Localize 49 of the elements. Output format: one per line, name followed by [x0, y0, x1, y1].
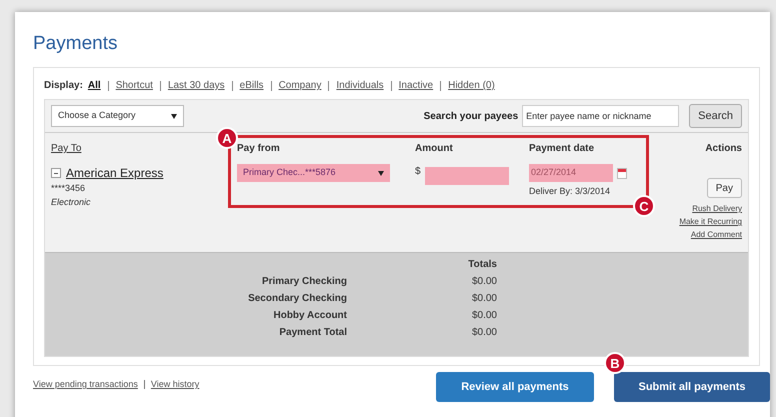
payment-method: Electronic	[51, 196, 91, 208]
collapse-icon[interactable]	[51, 168, 61, 178]
payee-link[interactable]: American Express	[66, 164, 164, 182]
total-label: Payment Total	[279, 326, 347, 340]
filter-link[interactable]: Individuals	[336, 78, 384, 93]
pay-button[interactable]: Pay	[706, 178, 742, 198]
column-header: Pay from	[237, 142, 280, 156]
page-title: Payments	[33, 34, 118, 53]
search-label: Search your payees	[424, 110, 518, 124]
filter-link[interactable]: Hidden (0)	[448, 78, 495, 93]
caret-icon	[378, 170, 384, 176]
total-value: $0.00	[472, 292, 497, 306]
currency-symbol: $	[415, 165, 421, 179]
filter-link[interactable]: Shortcut	[116, 78, 153, 93]
callout-badge: C	[633, 195, 655, 217]
submit-button[interactable]: Submit all payments	[614, 372, 770, 402]
caret-icon	[171, 114, 177, 118]
column-header: Actions	[705, 142, 742, 156]
total-label: Secondary Checking	[248, 292, 347, 306]
filter-link[interactable]: eBills	[240, 78, 264, 93]
column-header: Payment date	[529, 142, 594, 156]
filter-link[interactable]: All	[88, 78, 101, 93]
totals-heading: Totals	[468, 258, 497, 272]
calendar-icon[interactable]	[617, 168, 627, 178]
account-number: ****3456	[51, 182, 86, 195]
review-button[interactable]: Review all payments	[436, 372, 594, 402]
footer-link[interactable]: View pending transactions	[33, 378, 138, 392]
action-link[interactable]: Rush Delivery	[692, 203, 742, 215]
callout-badge: A	[216, 127, 238, 149]
pay-from-select[interactable]: Primary Chec...***5876	[237, 164, 390, 182]
total-value: $0.00	[472, 326, 497, 340]
filter-link[interactable]: Last 30 days	[168, 78, 225, 93]
column-header: Amount	[415, 142, 453, 156]
search-button[interactable]: Search	[689, 104, 742, 128]
amount-field[interactable]	[424, 167, 509, 185]
category-select[interactable]: Choose a Category	[51, 105, 184, 127]
deliver-by-text: Deliver By: 3/3/2014	[529, 185, 610, 198]
total-value: $0.00	[472, 309, 497, 323]
column-header[interactable]: Pay To	[51, 141, 82, 156]
total-label: Primary Checking	[262, 275, 347, 289]
action-link[interactable]: Add Comment	[690, 229, 742, 241]
action-link[interactable]: Make it Recurring	[679, 216, 742, 228]
filter-link[interactable]: Company	[278, 78, 322, 93]
total-value: $0.00	[472, 275, 497, 289]
display-label: Display:	[44, 79, 83, 93]
footer-link[interactable]: View history	[150, 378, 200, 392]
total-label: Hobby Account	[273, 309, 347, 323]
search-field[interactable]: Enter payee name or nickname	[522, 105, 680, 127]
filter-link[interactable]: Inactive	[398, 78, 434, 93]
